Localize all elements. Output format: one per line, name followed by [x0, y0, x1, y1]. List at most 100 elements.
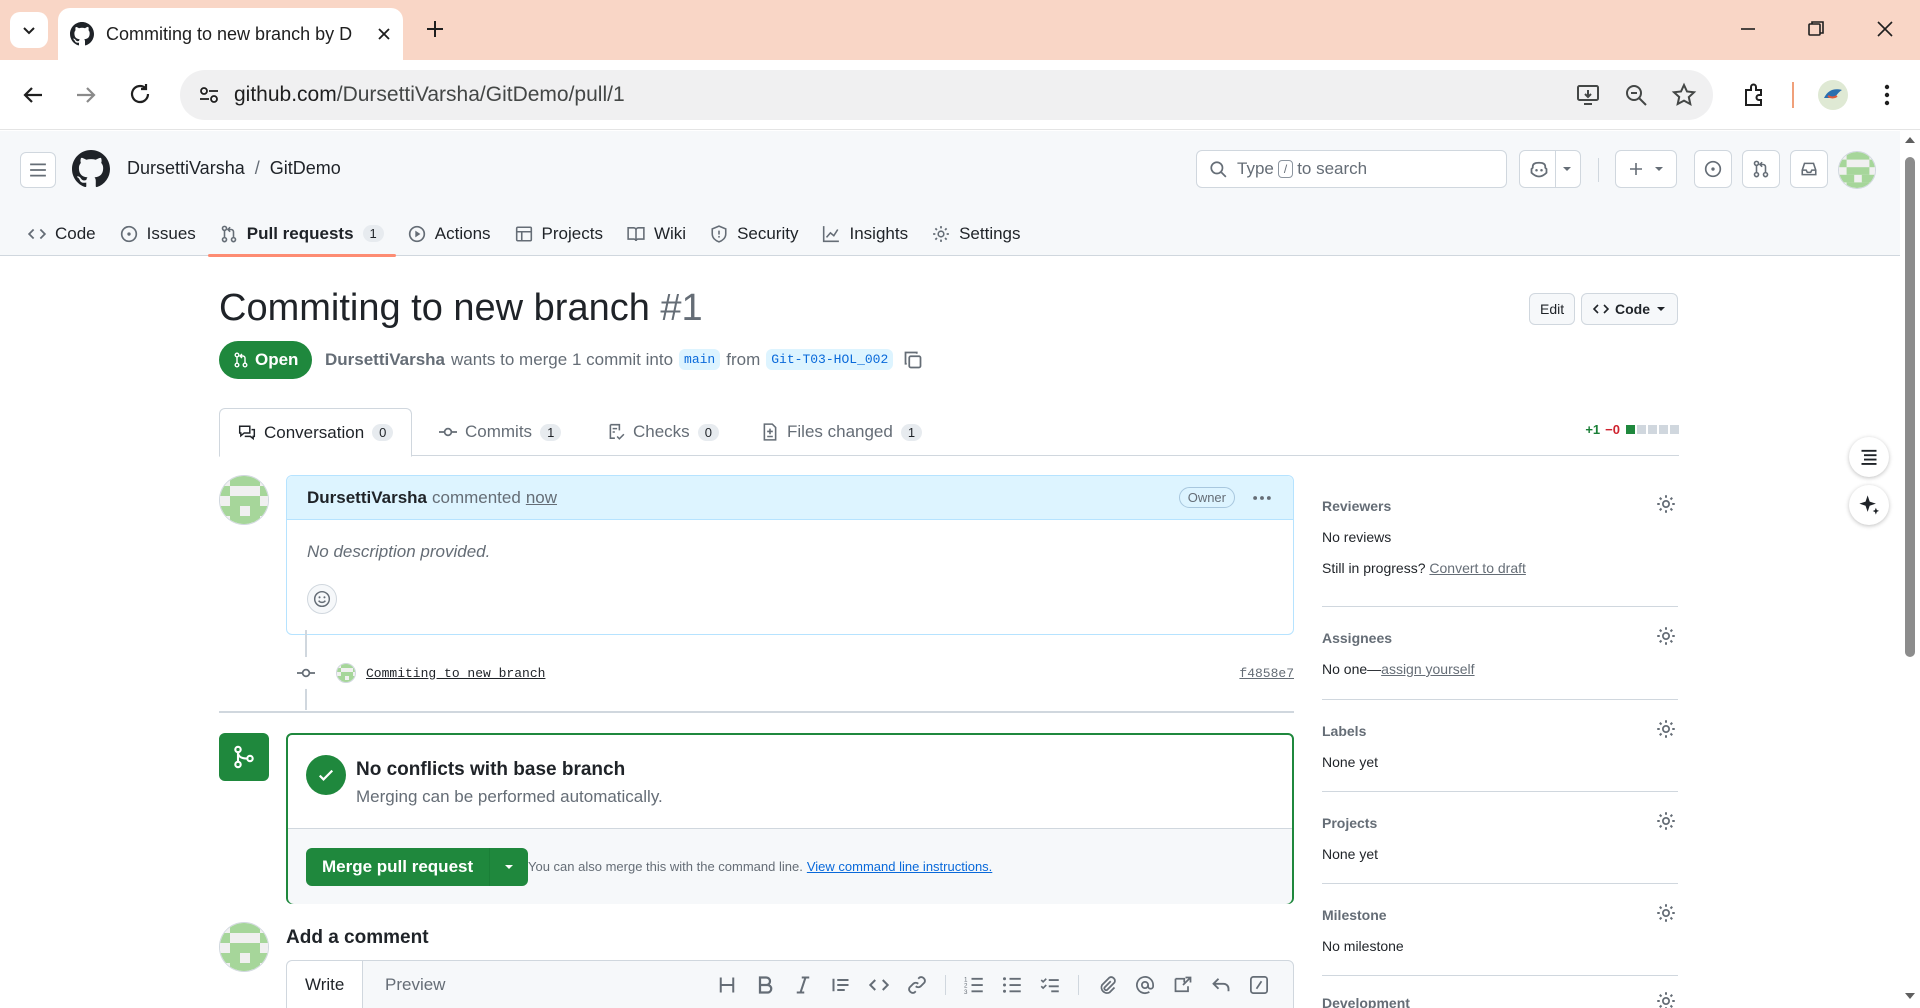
- user-avatar[interactable]: [1838, 151, 1876, 189]
- gear-icon[interactable]: [1656, 626, 1676, 646]
- breadcrumb-repo[interactable]: GitDemo: [270, 158, 341, 179]
- comment-author-link[interactable]: DursettiVarsha: [307, 488, 427, 508]
- cross-reference-icon[interactable]: [1173, 975, 1193, 995]
- sidebar-heading[interactable]: Milestone: [1322, 907, 1387, 923]
- italic-icon[interactable]: [793, 975, 813, 995]
- repo-nav-security[interactable]: Security: [698, 211, 810, 256]
- minimize-icon[interactable]: [1733, 14, 1763, 44]
- scroll-down-icon[interactable]: [1904, 991, 1916, 1001]
- sidebar-heading[interactable]: Projects: [1322, 815, 1377, 831]
- convert-to-draft-link[interactable]: Convert to draft: [1429, 560, 1526, 576]
- tab-conversation[interactable]: Conversation 0: [219, 408, 413, 457]
- address-bar[interactable]: github.com/DursettiVarsha/GitDemo/pull/1: [180, 70, 1713, 120]
- create-new-button[interactable]: [1615, 150, 1677, 188]
- repo-nav-wiki[interactable]: Wiki: [615, 211, 698, 256]
- pull-request-icon: [234, 352, 248, 368]
- sidebar-heading[interactable]: Development: [1322, 995, 1410, 1008]
- link-icon[interactable]: [907, 975, 927, 995]
- code-dropdown-button[interactable]: Code: [1581, 293, 1678, 325]
- gear-icon[interactable]: [1656, 811, 1676, 831]
- scroll-up-icon[interactable]: [1904, 135, 1916, 145]
- gear-icon[interactable]: [1656, 719, 1676, 739]
- repo-nav-code[interactable]: Code: [16, 211, 108, 256]
- new-tab-plus-icon[interactable]: [420, 14, 450, 44]
- kebab-horizontal-icon[interactable]: [1251, 487, 1273, 509]
- close-icon[interactable]: [377, 27, 391, 41]
- zoom-icon[interactable]: [1623, 82, 1649, 108]
- ordered-list-icon[interactable]: 123: [964, 975, 984, 995]
- unordered-list-icon[interactable]: [1002, 975, 1022, 995]
- search-input[interactable]: Type / to search: [1196, 150, 1507, 188]
- repo-nav-actions[interactable]: Actions: [396, 211, 503, 256]
- repo-nav-settings[interactable]: Settings: [920, 211, 1032, 256]
- kebab-menu-icon[interactable]: [1872, 80, 1902, 110]
- reload-icon[interactable]: [126, 80, 156, 110]
- pr-author-link[interactable]: DursettiVarsha: [325, 350, 445, 370]
- profile-avatar[interactable]: [1818, 80, 1848, 110]
- commit-sha-link[interactable]: f4858e7: [1239, 666, 1294, 681]
- sidebar-heading[interactable]: Labels: [1322, 723, 1366, 739]
- paperclip-icon[interactable]: [1097, 975, 1117, 995]
- outline-button[interactable]: [1849, 437, 1889, 477]
- tasklist-icon[interactable]: [1040, 975, 1060, 995]
- forward-arrow-icon[interactable]: [71, 80, 101, 110]
- pull-requests-header-button[interactable]: [1742, 150, 1780, 188]
- copilot-sparkle-button[interactable]: [1849, 485, 1889, 525]
- merge-method-dropdown[interactable]: [490, 848, 528, 886]
- slash-command-icon[interactable]: [1249, 975, 1269, 995]
- reply-icon[interactable]: [1211, 975, 1231, 995]
- mention-icon[interactable]: [1135, 975, 1155, 995]
- scrollbar-thumb[interactable]: [1905, 157, 1915, 657]
- bold-icon[interactable]: [755, 975, 775, 995]
- command-line-instructions-link[interactable]: View command line instructions.: [807, 859, 992, 874]
- list-outline-icon: [1861, 449, 1877, 465]
- repo-nav-projects[interactable]: Projects: [503, 211, 615, 256]
- repo-nav-issues[interactable]: Issues: [108, 211, 208, 256]
- extensions-puzzle-icon[interactable]: [1740, 80, 1770, 110]
- breadcrumb-owner[interactable]: DursettiVarsha: [127, 158, 245, 179]
- install-app-icon[interactable]: [1575, 82, 1601, 108]
- repo-nav-pull-requests[interactable]: Pull requests 1: [207, 211, 396, 257]
- code-icon[interactable]: [869, 975, 889, 995]
- back-arrow-icon[interactable]: [18, 80, 48, 110]
- commit-message-link[interactable]: Commiting to new branch: [366, 666, 545, 681]
- avatar[interactable]: [219, 475, 269, 525]
- star-bookmark-icon[interactable]: [1671, 82, 1697, 108]
- add-reaction-button[interactable]: [307, 584, 337, 614]
- window-close-icon[interactable]: [1870, 14, 1900, 44]
- tab-write[interactable]: Write: [287, 961, 364, 1008]
- gear-icon[interactable]: [1656, 903, 1676, 923]
- head-branch[interactable]: Git-T03-HOL_002: [766, 349, 894, 370]
- inbox-button[interactable]: [1790, 150, 1828, 188]
- commit-author-avatar[interactable]: [336, 663, 356, 683]
- merge-pull-request-button[interactable]: Merge pull request: [306, 848, 491, 886]
- copilot-button[interactable]: [1519, 150, 1581, 188]
- base-branch[interactable]: main: [679, 349, 721, 370]
- heading-icon[interactable]: [717, 975, 737, 995]
- tab-commits[interactable]: Commits 1: [439, 408, 562, 456]
- sidebar-heading[interactable]: Reviewers: [1322, 498, 1391, 514]
- repo-nav-insights[interactable]: Insights: [810, 211, 920, 256]
- browser-tab[interactable]: Commiting to new branch by D: [58, 8, 403, 60]
- tab-files-changed[interactable]: Files changed 1: [761, 408, 923, 456]
- site-info-icon[interactable]: [198, 84, 220, 106]
- gear-icon[interactable]: [1656, 494, 1676, 514]
- copy-icon[interactable]: [903, 350, 923, 370]
- comment-timestamp[interactable]: now: [526, 488, 557, 508]
- github-logo-icon[interactable]: [72, 150, 110, 188]
- quote-icon[interactable]: [831, 975, 851, 995]
- pr-meta-text: wants to merge 1 commit into: [451, 349, 674, 369]
- page-scrollbar[interactable]: [1900, 131, 1920, 1008]
- tab-preview[interactable]: Preview: [367, 961, 463, 1008]
- edit-title-button[interactable]: Edit: [1529, 293, 1576, 325]
- tab-search-button[interactable]: [10, 12, 48, 48]
- issues-header-button[interactable]: [1694, 150, 1732, 188]
- assign-yourself-link[interactable]: assign yourself: [1381, 661, 1474, 677]
- avatar[interactable]: [219, 922, 269, 972]
- gear-icon[interactable]: [1656, 991, 1676, 1008]
- sidebar-milestone: Milestone No milestone: [1322, 884, 1678, 976]
- tab-checks[interactable]: Checks 0: [607, 408, 719, 456]
- restore-icon[interactable]: [1801, 14, 1831, 44]
- sidebar-heading[interactable]: Assignees: [1322, 630, 1392, 646]
- hamburger-menu-button[interactable]: [20, 152, 56, 188]
